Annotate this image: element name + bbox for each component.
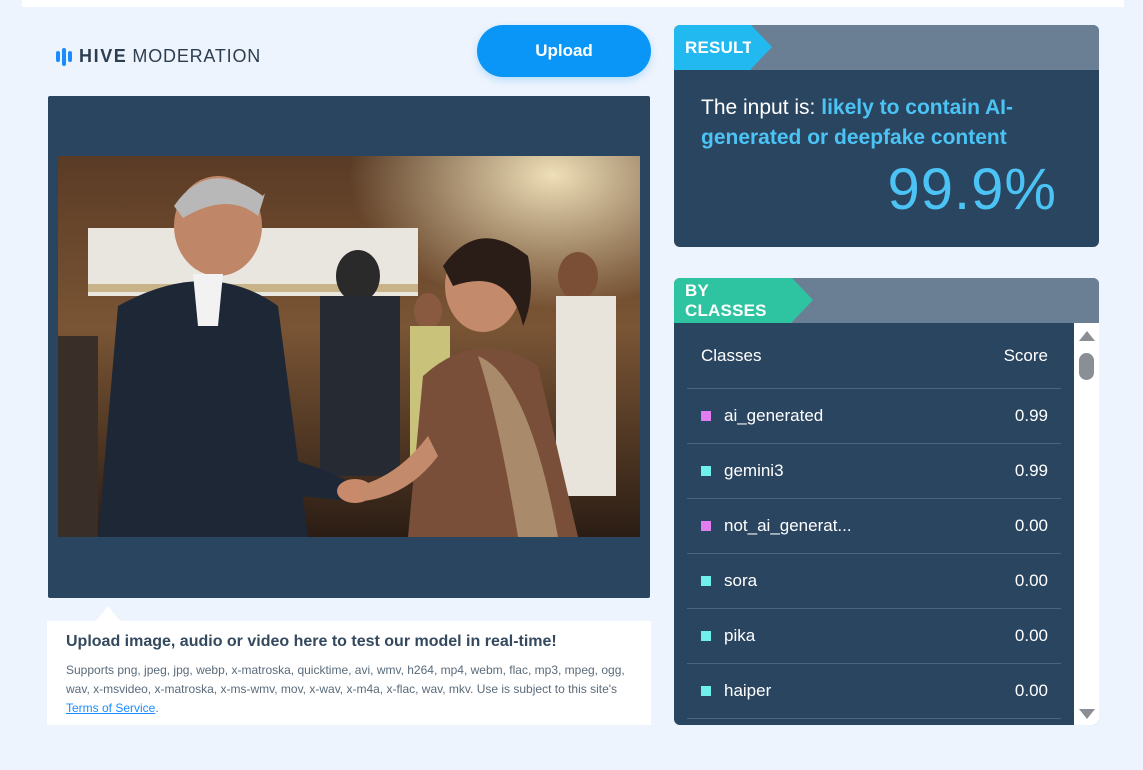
scroll-down-arrow-icon[interactable] bbox=[1079, 709, 1095, 719]
result-card-header: RESULT bbox=[674, 25, 1099, 70]
result-score: 99.9% bbox=[887, 157, 1057, 222]
hive-bars-icon bbox=[56, 47, 72, 66]
table-row: ai_generated 0.99 bbox=[687, 389, 1061, 444]
uploaded-photo bbox=[58, 156, 640, 537]
terms-of-service-link[interactable]: Terms of Service bbox=[66, 701, 155, 715]
caret-up-icon bbox=[96, 606, 120, 621]
classes-tag: BY CLASSES bbox=[674, 278, 813, 323]
class-score: 0.99 bbox=[1014, 461, 1048, 480]
logo-brand: HIVE bbox=[79, 46, 128, 66]
upload-info-title: Upload image, audio or video here to tes… bbox=[66, 633, 557, 650]
class-score: 0.00 bbox=[1014, 516, 1048, 535]
result-prefix: The input is: bbox=[701, 96, 822, 119]
supported-formats-text: Supports png, jpeg, jpg, webp, x-matrosk… bbox=[66, 661, 633, 718]
terms-suffix: . bbox=[155, 701, 159, 715]
class-color-swatch bbox=[701, 521, 711, 531]
classes-table-header: Classes Score bbox=[687, 323, 1061, 389]
upload-info-box: Upload image, audio or video here to tes… bbox=[47, 621, 651, 725]
class-label: pika bbox=[724, 626, 756, 645]
classes-card: BY CLASSES Classes Score ai_generated 0.9… bbox=[674, 278, 1099, 725]
class-score: 0.00 bbox=[1014, 681, 1048, 700]
logo-product: MODERATION bbox=[132, 46, 262, 66]
class-name-cell: pika bbox=[701, 626, 755, 646]
class-label: ai_generated bbox=[724, 406, 824, 425]
top-strip bbox=[22, 0, 1124, 7]
class-label: gemini3 bbox=[724, 461, 784, 480]
classes-scrollbar[interactable] bbox=[1074, 323, 1099, 725]
classes-table: Classes Score ai_generated 0.99 gemini3 0.9… bbox=[687, 323, 1061, 725]
class-score: 0.00 bbox=[1014, 571, 1048, 590]
media-preview-panel bbox=[48, 96, 650, 598]
class-name-cell: sora bbox=[701, 571, 757, 591]
table-row: sora 0.00 bbox=[687, 554, 1061, 609]
class-color-swatch bbox=[701, 631, 711, 641]
class-score: 0.99 bbox=[1014, 406, 1048, 425]
table-row: gemini3 0.99 bbox=[687, 444, 1061, 499]
scroll-thumb[interactable] bbox=[1079, 353, 1094, 380]
classes-card-header: BY CLASSES bbox=[674, 278, 1099, 323]
class-name-cell: haiper bbox=[701, 681, 771, 701]
supported-formats: Supports png, jpeg, jpg, webp, x-matrosk… bbox=[66, 663, 625, 696]
class-label: haiper bbox=[724, 681, 772, 700]
class-name-cell: gemini3 bbox=[701, 461, 784, 481]
table-row: pika 0.00 bbox=[687, 609, 1061, 664]
class-color-swatch bbox=[701, 686, 711, 696]
result-statement: The input is: likely to contain AI-gener… bbox=[701, 93, 1061, 153]
hive-logo[interactable]: HIVE MODERATION bbox=[56, 46, 261, 67]
class-name-cell: not_ai_generat... bbox=[701, 516, 852, 536]
class-score: 0.00 bbox=[1014, 626, 1048, 645]
class-label: not_ai_generat... bbox=[724, 516, 852, 535]
table-row: not_ai_generat... 0.00 bbox=[687, 499, 1061, 554]
result-card: RESULT The input is: likely to contain A… bbox=[674, 25, 1099, 247]
class-color-swatch bbox=[701, 411, 711, 421]
scroll-up-arrow-icon[interactable] bbox=[1079, 331, 1095, 341]
column-header-classes: Classes bbox=[701, 345, 762, 365]
class-color-swatch bbox=[701, 466, 711, 476]
class-label: sora bbox=[724, 571, 758, 590]
column-header-score: Score bbox=[1003, 345, 1048, 365]
table-row: haiper 0.00 bbox=[687, 664, 1061, 719]
class-name-cell: ai_generated bbox=[701, 406, 823, 426]
upload-button[interactable]: Upload bbox=[477, 25, 651, 77]
result-tag: RESULT bbox=[674, 25, 772, 70]
class-color-swatch bbox=[701, 576, 711, 586]
